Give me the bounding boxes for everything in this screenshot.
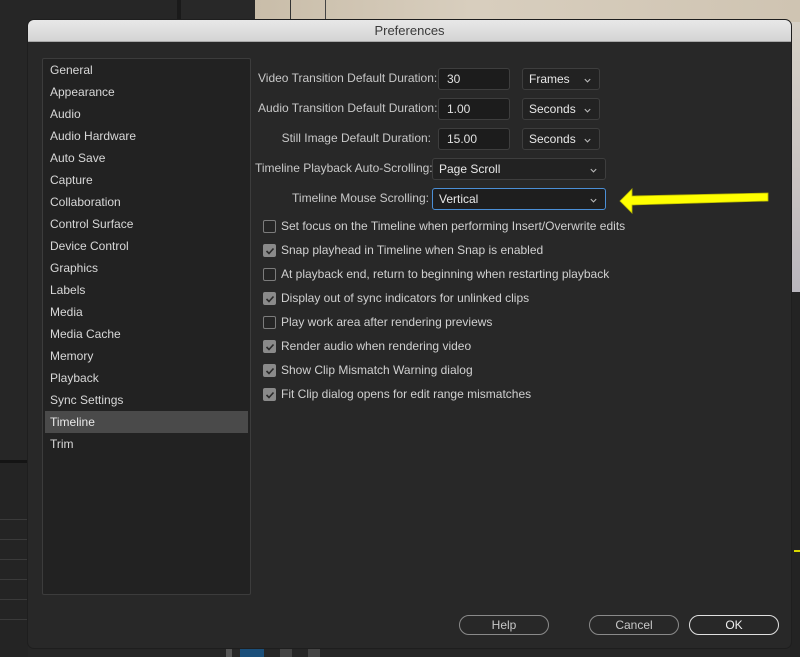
cancel-button[interactable]: Cancel (589, 615, 679, 635)
audio-transition-duration-label: Audio Transition Default Duration: (258, 101, 438, 115)
mouse-scrolling-value: Vertical (439, 192, 479, 206)
background-playhead-marker (794, 550, 800, 552)
background-video-frame-right (790, 22, 800, 292)
help-button[interactable]: Help (459, 615, 549, 635)
checkbox-play-work-area[interactable]: Play work area after rendering previews (263, 313, 492, 331)
preferences-category-list[interactable]: General Appearance Audio Audio Hardware … (42, 58, 251, 595)
still-image-unit-select[interactable]: Seconds (522, 128, 600, 150)
video-transition-duration-label: Video Transition Default Duration: (258, 71, 438, 85)
chevron-down-icon (583, 72, 592, 92)
checkbox-checked[interactable] (263, 363, 276, 377)
still-image-duration-input[interactable]: 15.00 (438, 128, 510, 150)
checkbox-snap-playhead[interactable]: Snap playhead in Timeline when Snap is e… (263, 241, 543, 259)
playback-autoscroll-select[interactable]: Page Scroll (432, 158, 606, 180)
checkmark-icon (265, 247, 275, 255)
background-frame-line (325, 0, 326, 22)
background-track-line (0, 539, 28, 540)
checkbox-out-of-sync-indicators[interactable]: Display out of sync indicators for unlin… (263, 289, 529, 307)
checkbox-label: Play work area after rendering previews (281, 315, 493, 329)
checkmark-icon (265, 391, 275, 399)
checkbox-unchecked[interactable] (263, 315, 276, 329)
mouse-scrolling-label: Timeline Mouse Scrolling: (292, 191, 429, 205)
sidebar-item-labels[interactable]: Labels (45, 279, 248, 301)
sidebar-item-auto-save[interactable]: Auto Save (45, 147, 248, 169)
tool-icon (308, 647, 320, 657)
checkbox-render-audio[interactable]: Render audio when rendering video (263, 337, 471, 355)
checkbox-checked[interactable] (263, 339, 276, 353)
sidebar-item-appearance[interactable]: Appearance (45, 81, 248, 103)
checkbox-label: Show Clip Mismatch Warning dialog (281, 363, 473, 377)
mouse-scrolling-select[interactable]: Vertical (432, 188, 606, 210)
background-track-line (0, 559, 28, 560)
chevron-down-icon (583, 132, 592, 152)
playback-autoscroll-label: Timeline Playback Auto-Scrolling: (255, 161, 433, 175)
checkbox-label: Fit Clip dialog opens for edit range mis… (281, 387, 532, 401)
sidebar-item-collaboration[interactable]: Collaboration (45, 191, 248, 213)
sidebar-item-graphics[interactable]: Graphics (45, 257, 248, 279)
still-image-duration-label: Still Image Default Duration: (281, 131, 431, 145)
checkmark-icon (265, 367, 275, 375)
background-track-divider (0, 460, 28, 463)
background-track-line (0, 599, 28, 600)
background-panel-mid (181, 0, 255, 22)
annotation-arrow-icon (619, 188, 769, 214)
checkbox-fit-clip-dialog[interactable]: Fit Clip dialog opens for edit range mis… (263, 385, 531, 403)
checkbox-set-focus-timeline[interactable]: Set focus on the Timeline when performin… (263, 217, 625, 235)
sidebar-item-control-surface[interactable]: Control Surface (45, 213, 248, 235)
sidebar-item-trim[interactable]: Trim (45, 433, 248, 455)
checkbox-label: At playback end, return to beginning whe… (281, 267, 610, 281)
checkbox-return-to-beginning[interactable]: At playback end, return to beginning whe… (263, 265, 609, 283)
audio-transition-duration-input[interactable]: 1.00 (438, 98, 510, 120)
checkbox-clip-mismatch-warning[interactable]: Show Clip Mismatch Warning dialog (263, 361, 473, 379)
sidebar-item-audio[interactable]: Audio (45, 103, 248, 125)
tool-icon (226, 647, 232, 657)
sidebar-item-media[interactable]: Media (45, 301, 248, 323)
background-frame-line (290, 0, 291, 22)
sidebar-item-device-control[interactable]: Device Control (45, 235, 248, 257)
checkmark-icon (265, 343, 275, 351)
checkbox-label: Snap playhead in Timeline when Snap is e… (281, 243, 544, 257)
preferences-dialog: Preferences General Appearance Audio Aud… (28, 20, 791, 648)
checkbox-label: Display out of sync indicators for unlin… (281, 291, 530, 305)
sidebar-item-playback[interactable]: Playback (45, 367, 248, 389)
background-track-line (0, 579, 28, 580)
chevron-down-icon (583, 102, 592, 122)
video-transition-duration-input[interactable]: 30 (438, 68, 510, 90)
checkbox-checked[interactable] (263, 243, 276, 257)
checkbox-checked[interactable] (263, 291, 276, 305)
sidebar-item-sync-settings[interactable]: Sync Settings (45, 389, 248, 411)
chevron-down-icon (589, 192, 598, 212)
sidebar-item-general[interactable]: General (45, 59, 248, 81)
sidebar-item-audio-hardware[interactable]: Audio Hardware (45, 125, 248, 147)
audio-transition-unit-value: Seconds (529, 102, 576, 116)
checkbox-unchecked[interactable] (263, 219, 276, 233)
checkmark-icon (265, 295, 275, 303)
sidebar-item-timeline[interactable]: Timeline (45, 411, 248, 433)
chevron-down-icon (589, 162, 598, 182)
tool-icon (280, 647, 292, 657)
sidebar-item-media-cache[interactable]: Media Cache (45, 323, 248, 345)
checkbox-label: Set focus on the Timeline when performin… (281, 219, 626, 233)
checkbox-unchecked[interactable] (263, 267, 276, 281)
checkbox-label: Render audio when rendering video (281, 339, 472, 353)
tool-icon-active (240, 647, 264, 657)
playback-autoscroll-value: Page Scroll (439, 162, 501, 176)
background-track-line (0, 619, 28, 620)
ok-button[interactable]: OK (689, 615, 779, 635)
still-image-unit-value: Seconds (529, 132, 576, 146)
sidebar-item-capture[interactable]: Capture (45, 169, 248, 191)
background-timeline-right (790, 292, 800, 657)
audio-transition-unit-select[interactable]: Seconds (522, 98, 600, 120)
checkbox-checked[interactable] (263, 387, 276, 401)
video-transition-unit-value: Frames (529, 72, 570, 86)
sidebar-item-memory[interactable]: Memory (45, 345, 248, 367)
dialog-title: Preferences (28, 20, 791, 42)
background-video-frame (255, 0, 800, 22)
video-transition-unit-select[interactable]: Frames (522, 68, 600, 90)
background-track-line (0, 519, 28, 520)
